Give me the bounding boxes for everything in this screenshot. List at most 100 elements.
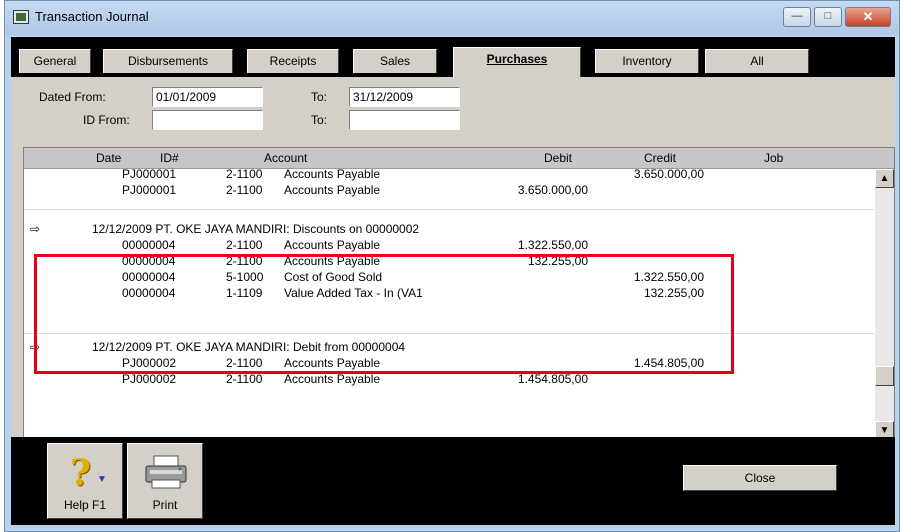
transaction-block[interactable]: PJ000001 2-1100 Accounts Payable 3.650.0… [24, 169, 874, 210]
journal-line: PJ000001 2-1100 Accounts Payable 3.650.0… [24, 169, 874, 182]
window-title: Transaction Journal [35, 9, 149, 24]
line-account-number: 5-1000 [226, 270, 264, 284]
line-account-number: 1-1109 [226, 286, 263, 300]
line-id: PJ000001 [122, 169, 177, 181]
help-label: Help F1 [63, 498, 107, 512]
line-id: PJ000002 [122, 356, 177, 370]
tab-receipts-label: Receipts [269, 54, 317, 68]
transaction-description: 12/12/2009 PT. OKE JAYA MANDIRI: Debit f… [92, 340, 406, 354]
app-icon [13, 10, 29, 24]
tab-disbursements-label: Disbursements [127, 54, 209, 68]
line-account-name: Cost of Good Sold [284, 270, 383, 284]
line-account-number: 2-1100 [226, 238, 263, 252]
arrow-right-icon[interactable]: ⇨ [30, 340, 40, 354]
scroll-up-icon[interactable]: ▲ [875, 169, 894, 188]
line-credit: 132.255,00 [643, 286, 704, 300]
line-credit: 1.322.550,00 [633, 270, 704, 284]
journal-line: PJ000002 2-1100 Accounts Payable 1.454.8… [24, 371, 874, 387]
line-account-name: Accounts Payable [284, 183, 381, 197]
transaction-block[interactable]: ⇨ 12/12/2009 PT. OKE JAYA MANDIRI: Disco… [24, 221, 874, 334]
column-credit[interactable]: Credit [644, 151, 676, 165]
journal-line: 00000004 2-1100 Accounts Payable 1.322.5… [24, 237, 874, 253]
title-bar[interactable]: Transaction Journal — □ ✕ [5, 1, 899, 35]
line-account-name: Accounts Payable [284, 372, 381, 386]
line-debit: 3.650.000,00 [517, 183, 588, 197]
grid-header: Date ID# Account Debit Credit Job [24, 148, 894, 169]
tab-general-label: General [33, 54, 77, 68]
transaction-header: ⇨ 12/12/2009 PT. OKE JAYA MANDIRI: Disco… [24, 221, 874, 237]
scroll-thumb[interactable] [875, 366, 894, 386]
line-credit: 1.454.805,00 [633, 356, 704, 370]
line-id: PJ000002 [122, 372, 177, 386]
id-to-label: To: [311, 113, 328, 127]
line-id: PJ000001 [122, 183, 177, 197]
print-label: Print [152, 498, 178, 512]
transaction-block[interactable]: ⇨ 12/12/2009 PT. OKE JAYA MANDIRI: Debit… [24, 339, 874, 419]
column-debit[interactable]: Debit [544, 151, 572, 165]
tab-all[interactable]: All [705, 49, 809, 73]
line-credit: 3.650.000,00 [633, 169, 704, 181]
column-account[interactable]: Account [264, 151, 307, 165]
dated-from-input[interactable] [152, 87, 263, 107]
journal-line: PJ000002 2-1100 Accounts Payable 1.454.8… [24, 355, 874, 371]
tab-purchases[interactable]: Purchases [453, 47, 581, 77]
transaction-journal-window: Transaction Journal — □ ✕ General Disbur… [4, 0, 900, 532]
tab-inventory-label: Inventory [622, 54, 672, 68]
line-id: 00000004 [122, 254, 176, 268]
journal-line: 00000004 5-1000 Cost of Good Sold 1.322.… [24, 269, 874, 285]
journal-line: 00000004 2-1100 Accounts Payable 132.255… [24, 253, 874, 269]
arrow-right-icon[interactable]: ⇨ [30, 222, 40, 236]
tab-inventory[interactable]: Inventory [595, 49, 699, 73]
line-account-number: 2-1100 [226, 254, 263, 268]
transaction-header: ⇨ 12/12/2009 PT. OKE JAYA MANDIRI: Debit… [24, 339, 874, 355]
line-account-name: Accounts Payable [284, 356, 381, 370]
line-id: 00000004 [122, 238, 176, 252]
line-id: 00000004 [122, 286, 176, 300]
journal-line: 00000004 1-1109 Value Added Tax - In (VA… [24, 285, 874, 301]
tab-general[interactable]: General [19, 49, 91, 73]
close-button[interactable]: Close [683, 465, 837, 491]
column-job[interactable]: Job [764, 151, 783, 165]
tab-receipts[interactable]: Receipts [247, 49, 339, 73]
line-debit: 132.255,00 [527, 254, 588, 268]
bottom-toolbar: ? ▼ Help F1 Print Close [11, 437, 895, 525]
id-from-label: ID From: [83, 113, 130, 127]
tab-sales[interactable]: Sales [353, 49, 437, 73]
line-account-number: 2-1100 [226, 169, 263, 181]
line-id: 00000004 [122, 270, 176, 284]
id-from-input[interactable] [152, 110, 263, 130]
line-account-name: Accounts Payable [284, 238, 381, 252]
line-account-name: Accounts Payable [284, 169, 381, 181]
dated-to-label: To: [311, 90, 328, 104]
close-window-button[interactable]: ✕ [845, 7, 891, 27]
tab-all-label: All [750, 54, 764, 68]
column-date[interactable]: Date [96, 151, 121, 165]
tab-disbursements[interactable]: Disbursements [103, 49, 233, 73]
dated-to-input[interactable] [349, 87, 460, 107]
grid-rows: PJ000001 2-1100 Accounts Payable 3.650.0… [24, 169, 874, 440]
journal-grid: Date ID# Account Debit Credit Job PJ0000… [23, 147, 895, 441]
column-id[interactable]: ID# [160, 151, 179, 165]
printer-icon [145, 455, 187, 489]
line-account-number: 2-1100 [226, 356, 263, 370]
transaction-description: 12/12/2009 PT. OKE JAYA MANDIRI: Discoun… [92, 222, 420, 236]
id-to-input[interactable] [349, 110, 460, 130]
maximize-button[interactable]: □ [814, 7, 842, 27]
tab-sales-label: Sales [379, 54, 411, 68]
tab-purchases-label: Purchases [486, 52, 548, 66]
help-question-icon: ? [70, 452, 92, 494]
line-account-number: 2-1100 [226, 372, 263, 386]
print-button[interactable]: Print [127, 443, 203, 519]
tab-strip: General Disbursements Receipts Sales Pur… [11, 37, 895, 77]
line-debit: 1.454.805,00 [517, 372, 588, 386]
journal-line: PJ000001 2-1100 Accounts Payable 3.650.0… [24, 182, 874, 198]
minimize-button[interactable]: — [783, 7, 811, 27]
dated-from-label: Dated From: [39, 90, 106, 104]
window-client: General Disbursements Receipts Sales Pur… [11, 37, 895, 525]
line-account-number: 2-1100 [226, 183, 263, 197]
line-account-name: Accounts Payable [284, 254, 381, 268]
help-dropdown-icon: ▼ [97, 474, 107, 485]
vertical-scrollbar[interactable]: ▲ ▼ [875, 169, 894, 440]
help-button[interactable]: ? ▼ Help F1 [47, 443, 123, 519]
line-account-name: Value Added Tax - In (VA1 [284, 286, 423, 300]
